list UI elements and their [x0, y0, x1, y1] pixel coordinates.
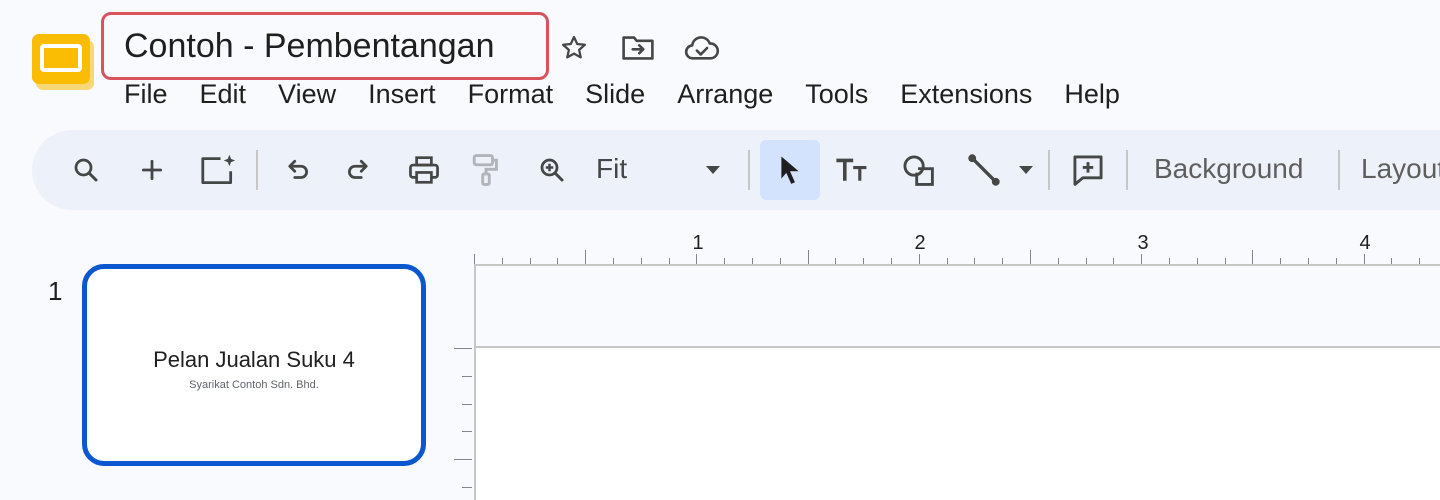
slides-logo[interactable] [30, 30, 96, 92]
move-to-folder-icon[interactable] [620, 30, 656, 66]
text-box-icon[interactable] [824, 140, 880, 200]
layout-button[interactable]: Layout [1361, 152, 1440, 186]
document-title[interactable]: Contoh - Pembentangan [124, 27, 494, 66]
comment-icon[interactable] [1060, 140, 1116, 200]
zoom-value[interactable]: Fit [596, 152, 627, 186]
ruler-mark: 3 [1137, 232, 1149, 254]
menu-help[interactable]: Help [1048, 74, 1136, 114]
ai-image-icon[interactable] [190, 140, 246, 200]
menu-slide[interactable]: Slide [569, 74, 661, 114]
menu-edit[interactable]: Edit [184, 74, 263, 114]
select-icon[interactable] [760, 140, 820, 200]
document-title-box[interactable]: Contoh - Pembentangan [101, 12, 549, 80]
star-icon[interactable] [556, 30, 592, 66]
ruler-mark: 1 [692, 232, 704, 254]
zoom-dropdown-icon[interactable] [688, 140, 738, 200]
redo-icon[interactable] [332, 140, 388, 200]
menu-bar: File Edit View Insert Format Slide Arran… [108, 74, 1136, 114]
undo-icon[interactable] [268, 140, 324, 200]
menu-format[interactable]: Format [452, 74, 570, 114]
slide-thumbnail[interactable]: Pelan Jualan Suku 4 Syarikat Contoh Sdn.… [82, 264, 426, 466]
shape-icon[interactable] [890, 140, 946, 200]
print-icon[interactable] [396, 140, 452, 200]
cloud-saved-icon[interactable] [684, 30, 720, 66]
slide-number: 1 [48, 276, 63, 306]
menu-arrange[interactable]: Arrange [661, 74, 789, 114]
toolbar: Fit Background Layout [32, 130, 1440, 210]
zoom-icon[interactable] [524, 140, 580, 200]
menu-file[interactable]: File [108, 74, 184, 114]
menu-insert[interactable]: Insert [352, 74, 452, 114]
ruler-mark: 4 [1359, 232, 1371, 254]
slide-canvas[interactable] [474, 346, 1440, 500]
ruler-mark: 2 [914, 232, 926, 254]
menu-tools[interactable]: Tools [789, 74, 884, 114]
paint-format-icon[interactable] [458, 140, 514, 200]
canvas-margin [474, 264, 1440, 348]
thumbnail-title: Pelan Jualan Suku 4 [153, 347, 355, 372]
background-button[interactable]: Background [1154, 152, 1303, 186]
search-icon[interactable] [58, 140, 114, 200]
menu-view[interactable]: View [262, 74, 352, 114]
line-dropdown-icon[interactable] [1004, 140, 1048, 200]
new-slide-icon[interactable] [124, 140, 180, 200]
menu-extensions[interactable]: Extensions [884, 74, 1048, 114]
horizontal-ruler[interactable]: 1 2 3 4 [474, 228, 1440, 268]
thumbnail-subtitle: Syarikat Contoh Sdn. Bhd. [189, 379, 319, 391]
vertical-ruler[interactable] [452, 340, 474, 500]
